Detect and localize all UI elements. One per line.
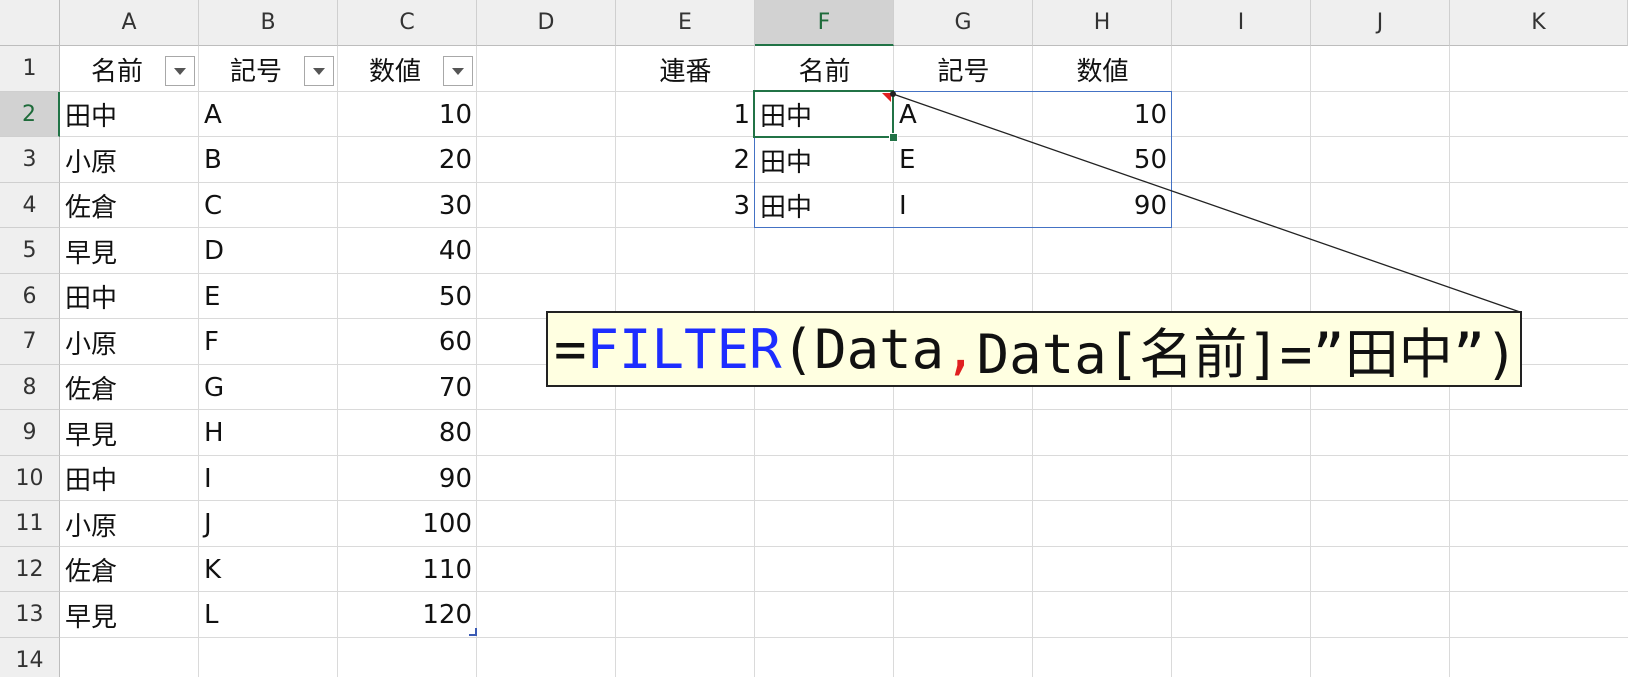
callout-line [892,93,1521,313]
formula-comma: , [944,317,977,381]
formula-function-name: FILTER [586,317,782,381]
formula-open-arg: (Data [781,317,945,381]
spreadsheet-grid[interactable]: A B C D E F G H I J K 1 2 3 4 5 6 7 8 9 … [0,0,1628,677]
formula-rest: Data[名前]=”田中”) [976,322,1518,386]
callout-anchor-icon [890,91,896,97]
formula-equals: = [554,317,587,381]
formula-callout: = FILTER (Data, Data[名前]=”田中”) [546,311,1522,387]
